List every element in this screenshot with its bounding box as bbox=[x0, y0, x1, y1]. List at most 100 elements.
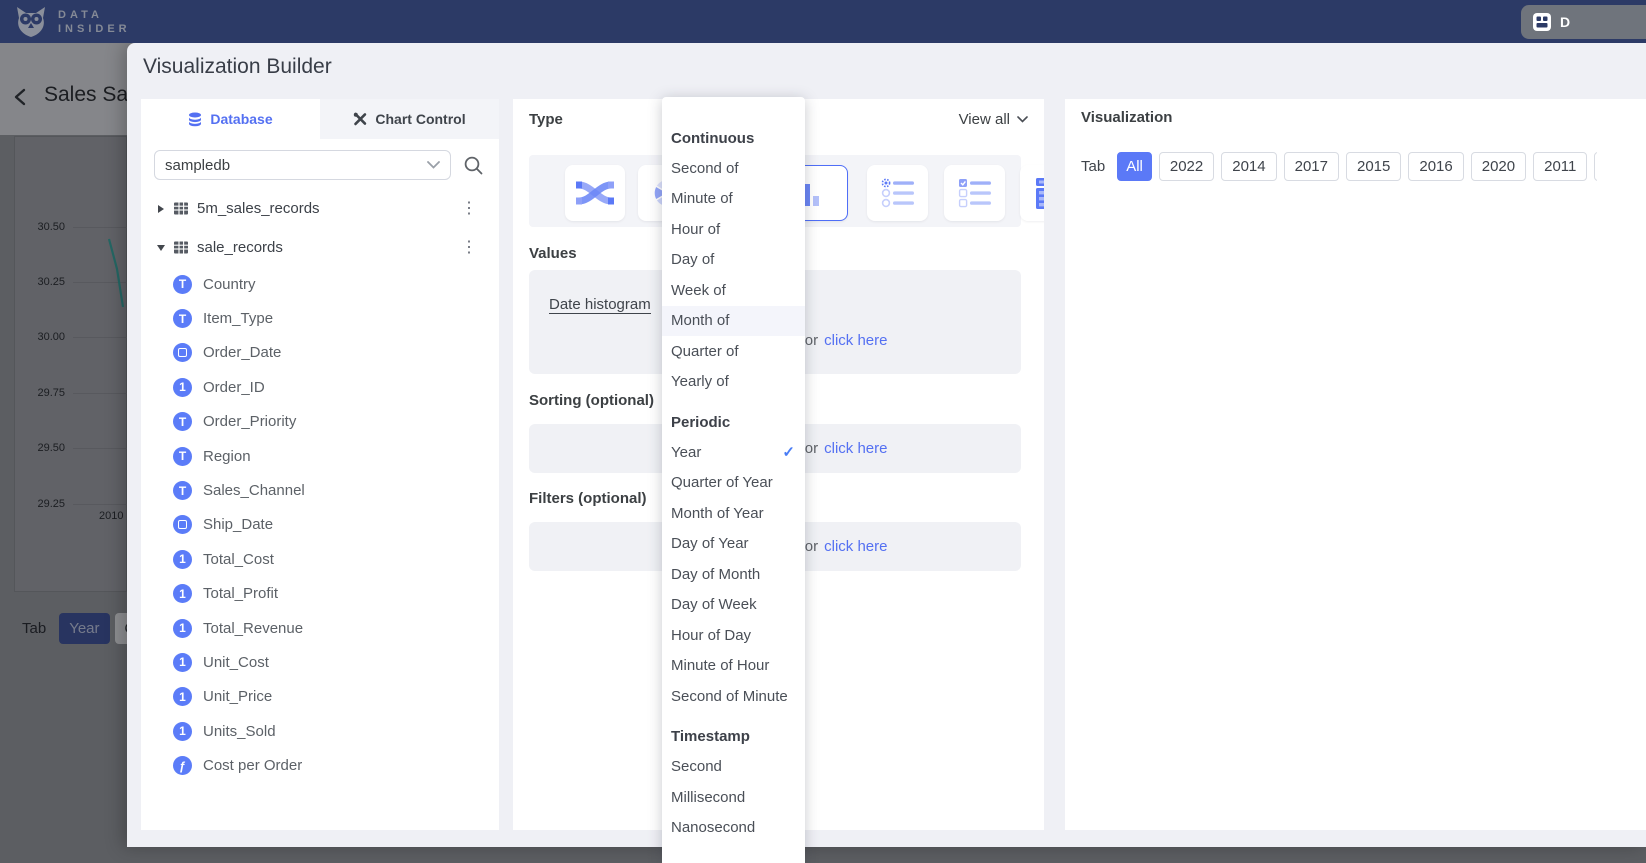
value-chip-link[interactable]: Date histogram bbox=[549, 296, 651, 314]
database-tree: 5m_sales_records ⋮ sale_records ⋮ bbox=[141, 189, 499, 783]
dashboard-icon bbox=[1532, 12, 1552, 32]
menu-item[interactable]: Month of Year ✓ bbox=[662, 498, 805, 529]
text-field-icon: T bbox=[173, 309, 192, 328]
year-tab[interactable]: 2022 bbox=[1159, 152, 1214, 181]
chart-type-sankey[interactable] bbox=[565, 165, 625, 221]
chart-type-checkbox-list[interactable] bbox=[944, 165, 1005, 221]
menu-item[interactable]: Yearly of ✓ bbox=[662, 367, 805, 398]
database-select[interactable]: sampledb bbox=[154, 150, 451, 180]
field-item[interactable]: 1 Units_Sold bbox=[141, 714, 499, 748]
year-tabs: All202220142017201520162020201120192 bbox=[1117, 152, 1597, 181]
field-item[interactable]: ƒ Cost per Order bbox=[141, 748, 499, 782]
menu-item[interactable]: Day of ✓ bbox=[662, 245, 805, 276]
text-field-icon: T bbox=[173, 275, 192, 294]
field-item[interactable]: 1 Unit_Price bbox=[141, 680, 499, 714]
menu-item[interactable]: Day of Month ✓ bbox=[662, 559, 805, 590]
year-tab[interactable]: 2011 bbox=[1533, 152, 1587, 181]
field-item[interactable]: T Sales_Channel bbox=[141, 473, 499, 507]
chevron-down-icon bbox=[1017, 116, 1028, 123]
menu-item[interactable]: Year ✓ bbox=[662, 437, 805, 468]
tab-database[interactable]: Database bbox=[141, 99, 320, 139]
database-search-row: sampledb bbox=[141, 150, 499, 180]
visualization-title: Visualization bbox=[1081, 109, 1172, 126]
view-all-button[interactable]: View all bbox=[959, 111, 1028, 128]
dashboard-button[interactable]: D bbox=[1521, 5, 1646, 39]
table-grid-icon bbox=[173, 201, 189, 216]
value-chip: Date histogramYe bbox=[549, 296, 681, 314]
sorting-section-label: Sorting (optional) bbox=[529, 392, 654, 409]
menu-item[interactable]: Nanosecond ✓ bbox=[662, 813, 805, 844]
time-unit-dropdown-menu: Continuous ✓ Second of ✓ Minute of ✓ Hou… bbox=[662, 97, 805, 863]
visualization-panel: Visualization Tab All2022201420172015201… bbox=[1065, 99, 1646, 830]
values-section-label: Values bbox=[529, 245, 577, 262]
menu-item[interactable]: Day of Year ✓ bbox=[662, 529, 805, 560]
data-table-icon bbox=[1034, 175, 1045, 211]
date-field-icon bbox=[173, 515, 192, 534]
menu-item[interactable]: Periodic ✓ bbox=[662, 407, 805, 437]
menu-item[interactable]: Quarter of ✓ bbox=[662, 336, 805, 367]
database-panel: Database Chart Control sampledb bbox=[141, 99, 499, 830]
menu-item[interactable]: Month of ✓ bbox=[662, 306, 805, 337]
year-tab[interactable]: 2019 bbox=[1594, 152, 1597, 181]
chart-type-radio-list[interactable] bbox=[867, 165, 928, 221]
menu-item[interactable]: Hour of ✓ bbox=[662, 214, 805, 245]
field-item[interactable]: 1 Total_Revenue bbox=[141, 611, 499, 645]
year-tab[interactable]: All bbox=[1117, 152, 1152, 181]
menu-item[interactable]: Hour of Day ✓ bbox=[662, 620, 805, 651]
sankey-diagram-icon bbox=[576, 178, 614, 208]
year-tab[interactable]: 2014 bbox=[1221, 152, 1276, 181]
owl-logo-icon[interactable] bbox=[12, 6, 50, 38]
field-item[interactable]: T Country bbox=[141, 267, 499, 301]
click-here-link[interactable]: click here bbox=[824, 538, 887, 555]
field-item[interactable]: T Region bbox=[141, 439, 499, 473]
tab-chart-control[interactable]: Chart Control bbox=[320, 99, 499, 139]
more-menu-icon[interactable]: ⋮ bbox=[457, 201, 481, 217]
brand-name: DATA INSIDER bbox=[58, 8, 131, 36]
field-item[interactable]: 1 Order_ID bbox=[141, 370, 499, 404]
number-field-icon: 1 bbox=[173, 687, 192, 706]
caret-icon[interactable] bbox=[158, 205, 164, 213]
menu-item[interactable]: Millisecond ✓ bbox=[662, 782, 805, 813]
radio-list-icon bbox=[880, 177, 916, 209]
menu-item[interactable]: Continuous ✓ bbox=[662, 123, 805, 153]
text-field-icon: T bbox=[173, 447, 192, 466]
caret-icon[interactable] bbox=[157, 245, 165, 251]
chart-type-table[interactable] bbox=[1020, 165, 1044, 221]
menu-item[interactable]: Minute of Hour ✓ bbox=[662, 651, 805, 682]
table-item[interactable]: sale_records ⋮ bbox=[141, 228, 499, 267]
click-here-link[interactable]: click here bbox=[824, 440, 887, 457]
year-tab[interactable]: 2015 bbox=[1346, 152, 1401, 181]
year-tab[interactable]: 2017 bbox=[1284, 152, 1339, 181]
click-here-link[interactable]: click here bbox=[824, 332, 887, 349]
field-item[interactable]: Ship_Date bbox=[141, 508, 499, 542]
text-field-icon: T bbox=[173, 481, 192, 500]
menu-item[interactable]: Second of Minute ✓ bbox=[662, 681, 805, 712]
field-item[interactable]: 1 Total_Profit bbox=[141, 577, 499, 611]
year-tab[interactable]: 2020 bbox=[1471, 152, 1526, 181]
table-item[interactable]: 5m_sales_records ⋮ bbox=[141, 189, 499, 228]
field-item[interactable]: T Order_Priority bbox=[141, 405, 499, 439]
menu-item[interactable]: Minute of ✓ bbox=[662, 184, 805, 215]
filters-section-label: Filters (optional) bbox=[529, 490, 647, 507]
field-item[interactable]: Order_Date bbox=[141, 336, 499, 370]
tab-chart-control-label: Chart Control bbox=[375, 111, 465, 127]
field-item[interactable]: 1 Total_Cost bbox=[141, 542, 499, 576]
field-item[interactable]: 1 Unit_Cost bbox=[141, 645, 499, 679]
checkbox-list-icon bbox=[957, 177, 993, 209]
menu-item[interactable]: Day of Week ✓ bbox=[662, 590, 805, 621]
search-icon[interactable] bbox=[463, 155, 484, 176]
tab-database-label: Database bbox=[210, 111, 272, 127]
number-field-icon: 1 bbox=[173, 619, 192, 638]
check-icon: ✓ bbox=[782, 443, 795, 461]
number-field-icon: 1 bbox=[173, 653, 192, 672]
menu-item[interactable]: Quarter of Year ✓ bbox=[662, 468, 805, 499]
more-menu-icon[interactable]: ⋮ bbox=[457, 240, 481, 256]
number-field-icon: 1 bbox=[173, 550, 192, 569]
menu-item[interactable]: Week of ✓ bbox=[662, 275, 805, 306]
year-tab[interactable]: 2016 bbox=[1408, 152, 1463, 181]
menu-item[interactable]: Second of ✓ bbox=[662, 153, 805, 184]
menu-item[interactable]: Timestamp ✓ bbox=[662, 722, 805, 752]
field-item[interactable]: T Item_Type bbox=[141, 301, 499, 335]
menu-item[interactable]: Second ✓ bbox=[662, 752, 805, 783]
modal-title: Visualization Builder bbox=[143, 55, 332, 79]
